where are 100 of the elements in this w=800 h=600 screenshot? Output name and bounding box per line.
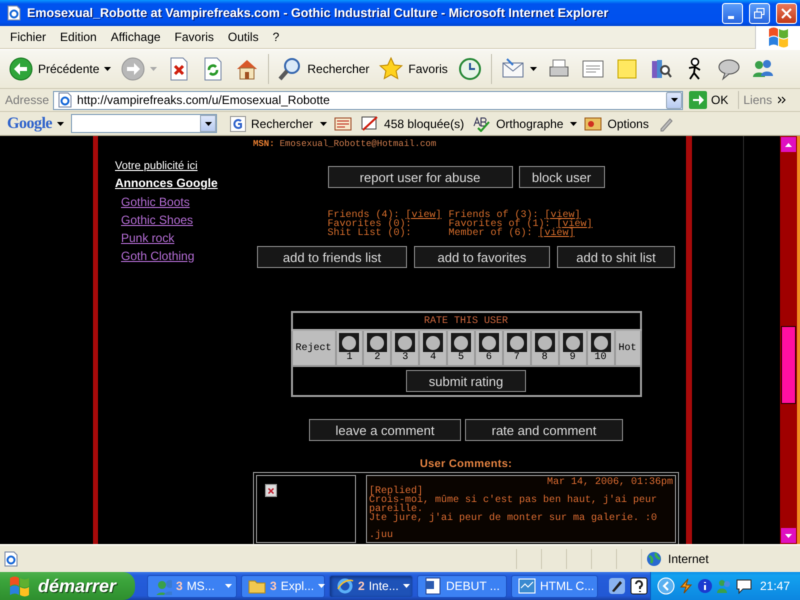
ad-link[interactable]: Gothic Shoes bbox=[121, 213, 194, 227]
minimize-button[interactable] bbox=[722, 2, 743, 24]
rating-number: 6 bbox=[486, 352, 492, 363]
caret-icon bbox=[204, 122, 212, 126]
taskbar-button[interactable]: DEBUT ... bbox=[417, 574, 507, 598]
search-button[interactable]: Rechercher bbox=[275, 52, 372, 86]
rating-radio[interactable] bbox=[566, 336, 580, 350]
info-icon[interactable] bbox=[696, 578, 713, 594]
action-button[interactable]: block user bbox=[518, 166, 604, 188]
rating-radio[interactable] bbox=[538, 336, 552, 350]
task-label: DEBUT ... bbox=[446, 579, 501, 593]
google-menu-button[interactable]: Google bbox=[5, 114, 66, 132]
dropdown-button[interactable] bbox=[666, 92, 682, 108]
taskbar-button[interactable]: 3 MS... bbox=[147, 574, 237, 598]
restore-button[interactable] bbox=[749, 2, 770, 24]
menu-item[interactable]: Outils bbox=[220, 30, 266, 44]
task-label: Expl... bbox=[280, 579, 314, 593]
menu-item[interactable]: Favoris bbox=[168, 30, 221, 44]
arrow-icon bbox=[785, 534, 792, 538]
rating-number: 3 bbox=[402, 352, 408, 363]
rating-number: 10 bbox=[594, 352, 607, 363]
arrow-icon bbox=[785, 142, 792, 146]
pen-icon bbox=[608, 577, 626, 595]
google-search-field[interactable] bbox=[71, 114, 217, 133]
scroll-down-button[interactable] bbox=[781, 528, 796, 543]
view-link[interactable]: [view] bbox=[538, 228, 575, 239]
page-icon bbox=[57, 92, 74, 108]
rating-radio[interactable] bbox=[426, 336, 440, 350]
broken-image-icon bbox=[265, 484, 277, 497]
close-button[interactable] bbox=[776, 2, 797, 24]
ad-link[interactable]: Punk rock bbox=[121, 231, 174, 245]
action-button[interactable]: report user for abuse bbox=[328, 166, 512, 188]
taskbar-button[interactable]: 2 Inte... bbox=[329, 574, 413, 598]
menu-item[interactable]: ? bbox=[266, 30, 286, 44]
ad-link[interactable]: Gothic Boots bbox=[121, 195, 190, 209]
popup-blocker-button[interactable]: 458 bloquée(s) bbox=[359, 116, 466, 132]
ad-link[interactable]: Votre publicité ici bbox=[115, 160, 198, 172]
list-button[interactable]: add to shit list bbox=[557, 246, 675, 268]
rating-number: 8 bbox=[542, 352, 548, 363]
back-button[interactable]: Précédente bbox=[6, 52, 114, 86]
links-label[interactable]: Liens bbox=[743, 93, 772, 107]
dropdown-button[interactable] bbox=[200, 115, 216, 132]
address-field[interactable]: http://vampirefreaks.com/u/Emosexual_Robotte bbox=[53, 90, 684, 110]
list-button[interactable]: add to friends list bbox=[257, 246, 407, 268]
rating-radio[interactable] bbox=[454, 336, 468, 350]
ads-heading[interactable]: Annonces Google bbox=[115, 176, 218, 190]
menu-item[interactable]: Affichage bbox=[104, 30, 168, 44]
google-search-button[interactable]: Rechercher bbox=[228, 116, 316, 132]
restore-icon bbox=[754, 8, 765, 18]
list-button[interactable]: add to favorites bbox=[414, 246, 550, 268]
msn-label: MSN: bbox=[253, 139, 275, 149]
go-button[interactable]: OK bbox=[687, 91, 740, 109]
spellcheck-icon bbox=[473, 116, 492, 132]
submit-button[interactable]: submit rating bbox=[406, 370, 526, 392]
page-icon bbox=[3, 551, 19, 567]
rating-radio[interactable] bbox=[398, 336, 412, 350]
security-zone: Internet bbox=[668, 552, 709, 566]
menu-item[interactable]: Edition bbox=[53, 30, 104, 44]
view-link[interactable]: [view] bbox=[406, 210, 442, 221]
comment-button[interactable]: rate and comment bbox=[465, 419, 623, 441]
rating-radio[interactable] bbox=[342, 336, 356, 350]
browser-icon bbox=[6, 5, 22, 21]
window-title: Emosexual_Robotte at Vampirefreaks.com - Gothic Industrial Culture - Microsoft Internet Explorer bbox=[27, 6, 610, 20]
url-text: http://vampirefreaks.com/u/Emosexual_Robotte bbox=[77, 93, 331, 107]
speech-bubble-icon[interactable] bbox=[734, 578, 753, 594]
scrollbar[interactable] bbox=[780, 136, 800, 544]
google-logo: Google bbox=[7, 114, 52, 132]
browser-icon bbox=[336, 577, 354, 595]
rating-number: 2 bbox=[374, 352, 380, 363]
ad-link[interactable]: Goth Clothing bbox=[121, 249, 194, 263]
spellcheck-button[interactable]: Orthographe bbox=[471, 116, 566, 132]
favorites-button[interactable]: Favoris bbox=[376, 52, 451, 86]
quick-launch-button[interactable] bbox=[608, 577, 626, 595]
rating-radio[interactable] bbox=[370, 336, 384, 350]
caret-icon bbox=[225, 584, 232, 588]
rating-radio[interactable] bbox=[510, 336, 524, 350]
scroll-up-button[interactable] bbox=[781, 137, 796, 152]
options-button[interactable]: Options bbox=[582, 116, 651, 132]
history-icon bbox=[458, 57, 482, 81]
chevron-icon[interactable] bbox=[656, 577, 675, 595]
rating-number: 5 bbox=[458, 352, 464, 363]
caret-icon bbox=[530, 67, 537, 71]
options-icon bbox=[584, 116, 602, 132]
rating-radio[interactable] bbox=[594, 336, 608, 350]
msn-address: Emosexual_Robotte@Hotmail.com bbox=[280, 139, 436, 149]
caret-icon bbox=[150, 67, 158, 71]
comment-button[interactable]: leave a comment bbox=[309, 419, 461, 441]
task-label: Inte... bbox=[368, 579, 399, 593]
news-button[interactable] bbox=[332, 116, 354, 132]
blocked-window-icon bbox=[361, 116, 380, 132]
rating-radio[interactable] bbox=[482, 336, 496, 350]
taskbar-button[interactable]: 3 Expl... bbox=[241, 574, 325, 598]
caret-icon bbox=[318, 584, 326, 588]
search-icon bbox=[278, 57, 302, 81]
menu-item[interactable]: Fichier bbox=[3, 30, 54, 44]
help-button[interactable] bbox=[630, 577, 648, 595]
scrollbar-thumb[interactable] bbox=[781, 326, 796, 404]
caret-icon bbox=[57, 122, 64, 126]
taskbar-button[interactable]: HTML C... bbox=[511, 574, 598, 598]
stat-label: Shit List (0): bbox=[327, 228, 412, 239]
